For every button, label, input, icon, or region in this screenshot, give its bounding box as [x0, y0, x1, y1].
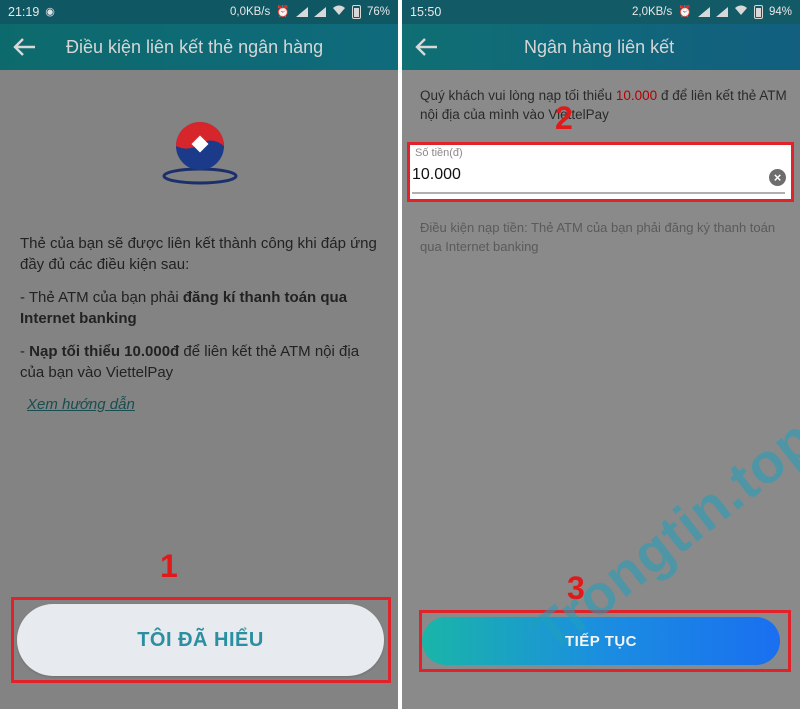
signal-icon — [295, 7, 308, 17]
condition-2-bold: Nạp tối thiểu 10.000đ — [29, 343, 180, 360]
status-bar: 15:50 2,0KB/s ⏰ 94% — [402, 0, 800, 24]
left-screen: 21:19 ◉ 0,0KB/s ⏰ 76% Điều kiện liên kết… — [0, 0, 398, 709]
step-marker-1: 1 — [160, 548, 178, 584]
signal-icon — [715, 7, 728, 17]
signal-icon — [313, 7, 326, 17]
notification-icon: ◉ — [45, 6, 55, 18]
guide-link[interactable]: Xem hướng dẫn — [27, 396, 135, 413]
condition-2-prefix: - — [20, 343, 30, 360]
alarm-icon: ⏰ — [678, 6, 692, 18]
intro-text: Thẻ của bạn sẽ được liên kết thành công … — [20, 235, 377, 273]
app-bar: Điều kiện liên kết thẻ ngân hàng — [0, 24, 398, 70]
condition-2: - Nạp tối thiểu 10.000đ để liên kết thẻ … — [20, 341, 380, 383]
highlight-box — [407, 142, 794, 202]
status-time: 21:19 — [8, 5, 40, 19]
bank-logo — [160, 114, 240, 190]
battery-level: 76% — [366, 6, 390, 18]
network-speed: 0,0KB/s — [229, 6, 271, 18]
page-title: Ngân hàng liên kết — [524, 36, 675, 57]
network-speed: 2,0KB/s — [631, 6, 673, 18]
info-text: Quý khách vui lòng nạp tối thiểu 10.000 … — [420, 86, 790, 124]
highlight-box — [11, 597, 391, 683]
condition-1: - Thẻ ATM của bạn phải đăng kí thanh toá… — [20, 287, 380, 329]
wifi-icon — [332, 5, 346, 19]
app-bar: Ngân hàng liên kết — [402, 24, 800, 70]
minimum-amount: 10.000 — [615, 88, 658, 103]
wifi-icon — [734, 5, 748, 19]
signal-icon — [697, 7, 710, 17]
arrow-left-icon[interactable] — [402, 24, 452, 70]
condition-note: Điều kiện nạp tiền: Thẻ ATM của bạn phải… — [420, 220, 776, 254]
info-prefix: Quý khách vui lòng nạp tối thiểu — [420, 88, 616, 103]
battery-level: 94% — [768, 6, 792, 18]
arrow-left-icon[interactable] — [0, 24, 50, 70]
status-time: 15:50 — [410, 5, 442, 19]
page-title: Điều kiện liên kết thẻ ngân hàng — [66, 36, 324, 57]
status-bar: 21:19 ◉ 0,0KB/s ⏰ 76% — [0, 0, 398, 24]
condition-1-prefix: - Thẻ ATM của bạn phải — [20, 289, 183, 306]
battery-icon — [753, 5, 763, 19]
battery-icon — [351, 5, 361, 19]
step-marker-2: 2 — [555, 100, 573, 136]
alarm-icon: ⏰ — [276, 6, 290, 18]
